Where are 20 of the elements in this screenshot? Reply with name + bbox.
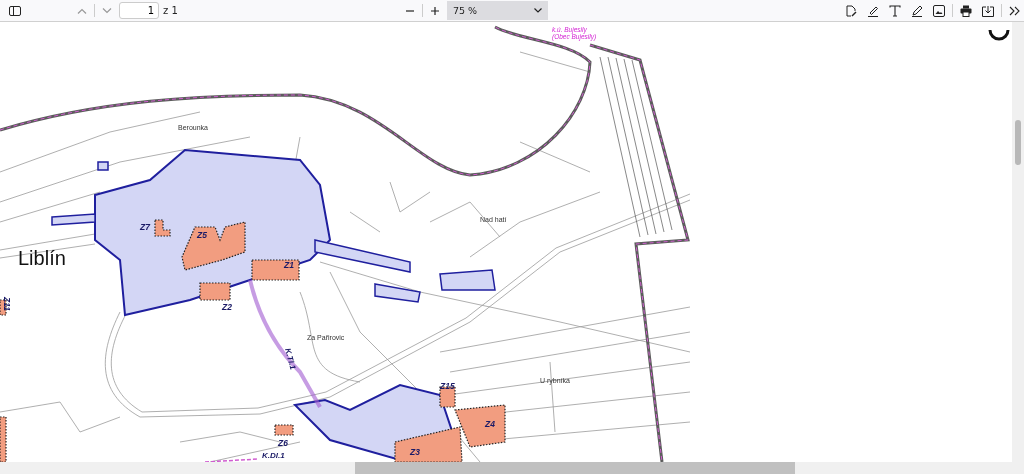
map-label: K.Dl.1	[262, 451, 285, 460]
caret-icon	[534, 8, 542, 13]
page-total: z 1	[163, 5, 178, 16]
map-label: Z15	[440, 381, 455, 391]
map-label: Z3	[410, 447, 420, 457]
scrollbar-thumb[interactable]	[1015, 120, 1021, 165]
map-label: Z11	[2, 297, 12, 312]
map-label: Z4	[485, 419, 495, 429]
page-number-field[interactable]: 1	[119, 2, 159, 19]
map-label: Z7	[140, 222, 150, 232]
map-label: Z5	[197, 230, 207, 240]
map-label: Z1	[284, 260, 294, 270]
map-label: Z6	[278, 438, 288, 448]
scrollbar-thumb[interactable]	[355, 462, 795, 474]
zoom-select[interactable]: 75 %	[447, 1, 548, 20]
vertical-scrollbar[interactable]	[1012, 22, 1024, 462]
map-label: Z2	[222, 302, 232, 312]
map-label: K.Tl.1	[283, 347, 298, 371]
horizontal-scrollbar[interactable]	[0, 462, 1024, 474]
map-label: Liblín	[18, 247, 66, 269]
